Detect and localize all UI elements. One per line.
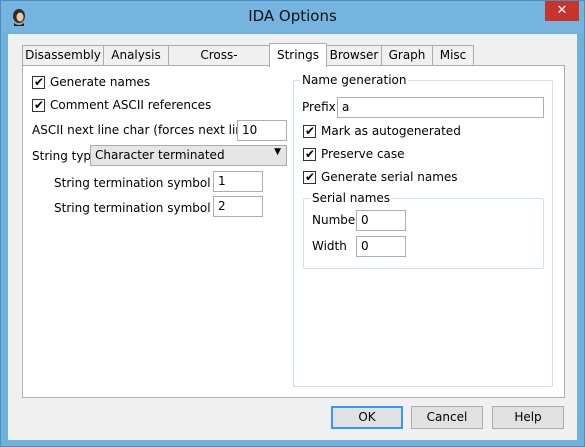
checkmark-icon: ✔ — [305, 170, 316, 184]
preserve-case-label: Preserve case — [321, 147, 405, 161]
close-button[interactable]: ✕ — [545, 1, 579, 21]
next-line-char-label: ASCII next line char (forces next line) — [32, 123, 255, 137]
mark-autogenerated-label: Mark as autogenerated — [321, 124, 461, 138]
generate-names-checkbox[interactable]: ✔ — [32, 75, 45, 89]
preserve-case-checkbox[interactable]: ✔ — [303, 147, 316, 161]
tab-misc[interactable]: Misc — [432, 45, 474, 65]
string-type-select[interactable]: Character terminated ▼ — [90, 145, 287, 166]
comment-ascii-checkbox[interactable]: ✔ — [32, 98, 45, 112]
next-line-char-input[interactable]: 10 — [237, 120, 287, 141]
serial-names-group: Serial names Number 0 Width 0 — [303, 191, 544, 269]
close-icon: ✕ — [556, 3, 568, 18]
number-input[interactable]: 0 — [356, 210, 406, 231]
term-symbol-1-input[interactable]: 1 — [213, 171, 263, 192]
help-button[interactable]: Help — [492, 406, 564, 429]
checkmark-icon: ✔ — [34, 75, 45, 89]
tab-analysis[interactable]: Analysis — [103, 45, 169, 65]
mark-autogenerated-checkbox[interactable]: ✔ — [303, 124, 316, 138]
string-type-label: String type — [32, 149, 99, 163]
prefix-input[interactable]: a — [337, 97, 544, 118]
tab-graph[interactable]: Graph — [381, 45, 433, 65]
chevron-down-icon: ▼ — [274, 147, 281, 157]
strings-tab-panel: ✔ Generate names ✔ Comment ASCII referen… — [22, 65, 565, 398]
tab-browser[interactable]: Browser — [326, 45, 382, 65]
name-generation-title: Name generation — [300, 73, 409, 87]
dialog-window: IDA Options ✕ Disassembly Analysis Cross… — [0, 0, 585, 447]
checkmark-icon: ✔ — [305, 124, 316, 138]
window-title: IDA Options — [248, 7, 337, 25]
generate-serial-label: Generate serial names — [321, 170, 458, 184]
tab-strings[interactable]: Strings — [269, 43, 327, 67]
serial-names-title: Serial names — [310, 191, 393, 205]
width-input[interactable]: 0 — [356, 236, 406, 257]
dialog-client-area: Disassembly Analysis Cross-references St… — [8, 34, 577, 440]
cancel-button[interactable]: Cancel — [411, 406, 483, 429]
name-generation-group: Name generation Prefix a ✔ Mark as autog… — [293, 73, 553, 387]
generate-serial-checkbox[interactable]: ✔ — [303, 170, 316, 184]
term-symbol-2-input[interactable]: 2 — [213, 196, 263, 217]
ok-button[interactable]: OK — [331, 406, 403, 429]
comment-ascii-label: Comment ASCII references — [50, 98, 212, 112]
term-symbol-1-label: String termination symbol 1 — [54, 176, 223, 190]
prefix-label: Prefix — [302, 100, 336, 114]
width-label: Width — [312, 239, 347, 253]
term-symbol-2-label: String termination symbol 2 — [54, 201, 223, 215]
generate-names-label: Generate names — [50, 75, 151, 89]
tab-cross-references[interactable]: Cross-references — [168, 45, 270, 81]
checkmark-icon: ✔ — [34, 98, 45, 112]
tab-disassembly[interactable]: Disassembly — [22, 45, 104, 65]
string-type-value: Character terminated — [95, 148, 225, 162]
checkmark-icon: ✔ — [305, 147, 316, 161]
title-bar[interactable]: IDA Options ✕ — [1, 1, 584, 33]
tab-strip: Disassembly Analysis Cross-references St… — [22, 43, 542, 81]
number-label: Number — [312, 213, 361, 227]
